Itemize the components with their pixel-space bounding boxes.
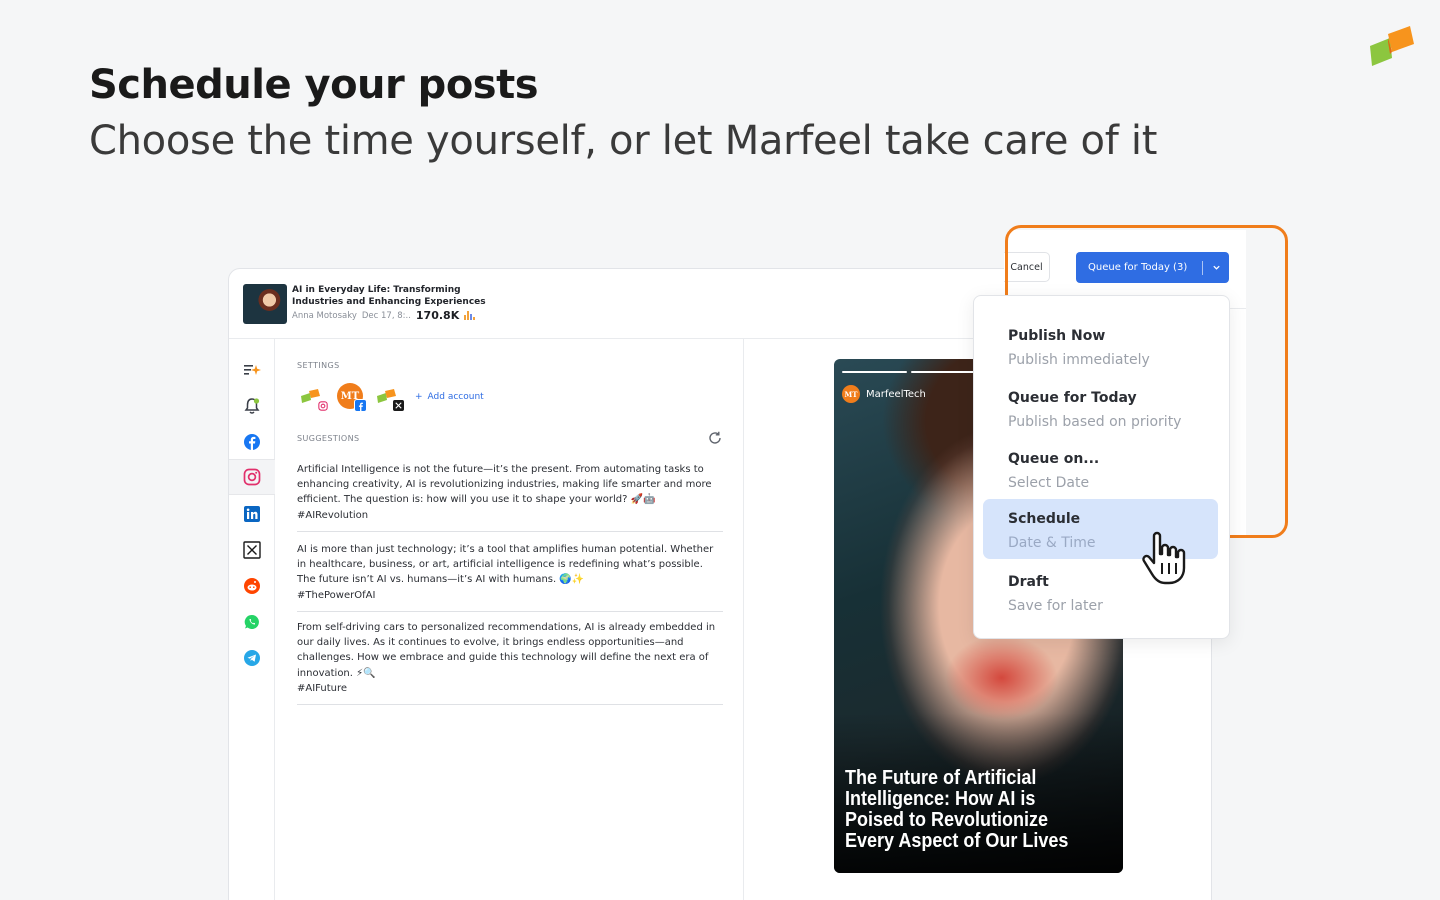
bar-chart-icon [464, 311, 476, 320]
account-chip[interactable] [375, 383, 405, 412]
settings-pane: SETTINGS MT + Add account SUGGESTIONS Ar… [276, 339, 744, 900]
suggestion-hashtag: #AIFuture [297, 682, 348, 694]
facebook-badge-icon [354, 399, 367, 412]
rail-item-ai[interactable] [229, 352, 275, 388]
menu-item-queue-today[interactable]: Queue for Today Publish based on priorit… [983, 378, 1218, 438]
ai-sparkle-icon [244, 365, 261, 375]
suggestion-card[interactable]: From self-driving cars to personalized r… [297, 620, 723, 706]
suggestion-text: Artificial Intelligence is not the futur… [297, 464, 712, 506]
add-account-link[interactable]: + Add account [415, 392, 484, 402]
account-chip[interactable] [299, 383, 329, 412]
instagram-icon [243, 468, 261, 486]
linkedin-icon [244, 506, 260, 522]
menu-item-publish-now[interactable]: Publish Now Publish immediately [983, 316, 1218, 376]
article-views: 170.8K [415, 309, 460, 322]
page-title: Schedule your posts [89, 62, 539, 108]
menu-item-title: Queue on... [1008, 451, 1100, 467]
suggestion-card[interactable]: AI is more than just technology; it’s a … [297, 542, 723, 612]
story-headline: The Future of Artificial Intelligence: H… [845, 767, 1069, 852]
menu-item-subtitle: Publish based on priority [1008, 414, 1182, 430]
rail-item-linkedin[interactable] [229, 496, 275, 532]
suggestions-label: SUGGESTIONS [297, 434, 360, 443]
rail-item-instagram[interactable] [229, 459, 275, 495]
telegram-icon [244, 650, 260, 666]
hand-cursor-icon [1142, 531, 1186, 585]
rail-item-telegram[interactable] [229, 640, 275, 676]
rail-item-notifications[interactable] [229, 388, 275, 424]
add-account-label: Add account [427, 392, 484, 402]
settings-label: SETTINGS [297, 361, 340, 370]
facebook-icon [244, 434, 260, 450]
story-account-name: MarfeelTech [866, 388, 926, 400]
instagram-badge-icon [316, 399, 329, 412]
page-subtitle: Choose the time yourself, or let Marfeel… [89, 118, 1158, 164]
network-rail [229, 339, 275, 900]
whatsapp-icon [244, 614, 259, 629]
queue-for-today-button[interactable]: Queue for Today (3) [1076, 252, 1229, 283]
rail-item-reddit[interactable] [229, 568, 275, 604]
article-thumbnail [243, 284, 287, 324]
x-icon [243, 541, 261, 559]
story-account: MT MarfeelTech [842, 385, 926, 403]
suggestion-hashtag: #ThePowerOfAI [297, 589, 376, 601]
x-badge-icon [392, 399, 405, 412]
article-date: Dec 17, 8:.. [361, 310, 411, 321]
article-title: AI in Everyday Life: Transforming Indust… [292, 285, 486, 307]
menu-item-title: Publish Now [1008, 328, 1106, 344]
menu-item-title: Schedule [1008, 511, 1081, 527]
story-avatar: MT [842, 385, 860, 403]
rail-item-x[interactable] [229, 532, 275, 568]
article-author: Anna Motosaky [292, 310, 357, 321]
menu-item-queue-on[interactable]: Queue on... Select Date [983, 439, 1218, 499]
suggestion-text: AI is more than just technology; it’s a … [297, 544, 714, 586]
menu-item-subtitle: Select Date [1008, 475, 1090, 491]
plus-icon: + [415, 392, 423, 402]
marfeel-logo-icon [1370, 26, 1414, 66]
menu-item-title: Queue for Today [1008, 390, 1137, 406]
queue-button-label: Queue for Today (3) [1088, 262, 1188, 273]
article-meta: Anna Motosaky Dec 17, 8:.. 170.8K [292, 309, 476, 322]
account-list: MT + Add account [299, 383, 484, 412]
menu-item-subtitle: Publish immediately [1008, 352, 1150, 368]
rail-item-facebook[interactable] [229, 424, 275, 460]
refresh-icon[interactable] [708, 431, 722, 445]
account-chip[interactable]: MT [337, 383, 367, 412]
suggestion-card[interactable]: Artificial Intelligence is not the futur… [297, 462, 723, 532]
suggestion-hashtag: #AIRevolution [297, 509, 369, 521]
notification-bell-icon [244, 398, 260, 414]
cancel-button[interactable]: Cancel [1004, 252, 1050, 282]
rail-item-whatsapp[interactable] [229, 604, 275, 640]
chevron-down-icon[interactable] [1203, 263, 1229, 272]
reddit-icon [244, 578, 260, 594]
suggestion-text: From self-driving cars to personalized r… [297, 622, 716, 679]
menu-item-subtitle: Save for later [1008, 598, 1103, 614]
publish-options-menu: Publish Now Publish immediately Queue fo… [973, 295, 1230, 639]
